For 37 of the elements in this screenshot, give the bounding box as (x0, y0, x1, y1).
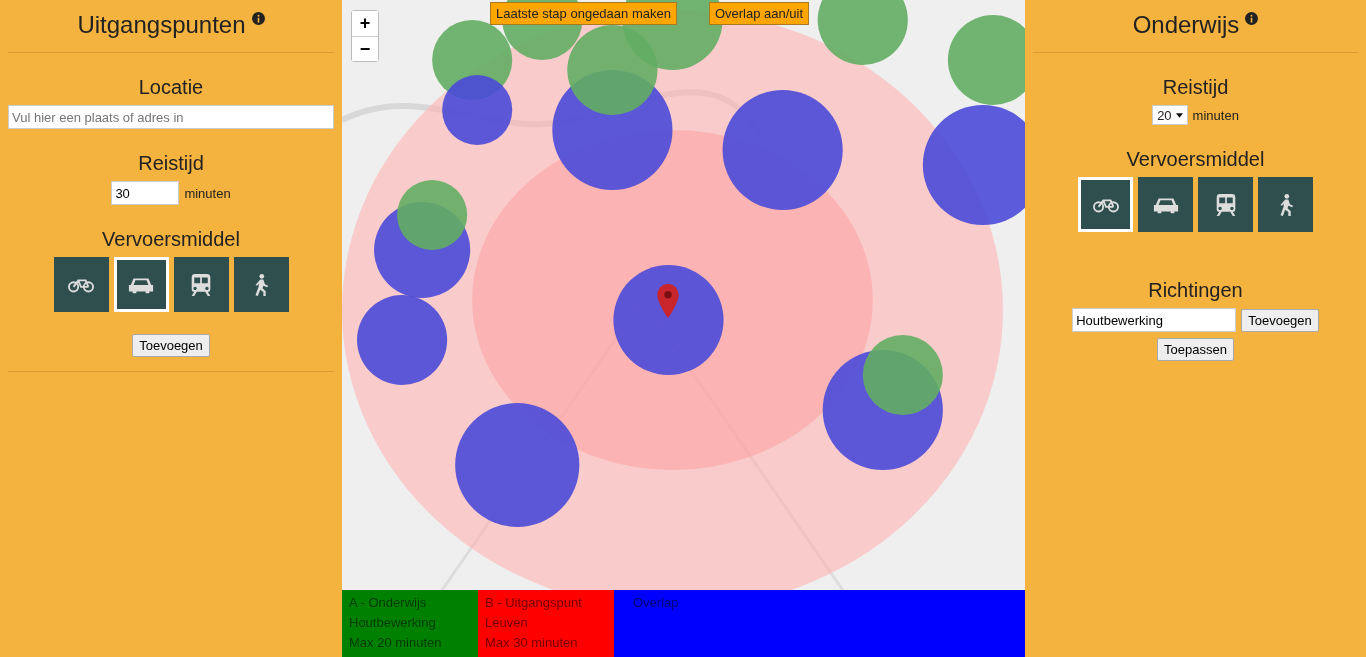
section-heading: Reistijd (1162, 75, 1229, 99)
zoom-out-button[interactable]: − (352, 36, 378, 61)
train-mode-button[interactable] (1198, 177, 1253, 232)
legend-text: Max 20 minuten (349, 634, 443, 652)
train-mode-button[interactable] (173, 257, 229, 312)
walk-mode-button[interactable] (1258, 177, 1313, 232)
add-button[interactable]: Toevoegen (1241, 308, 1319, 332)
info-icon[interactable] (1245, 12, 1259, 25)
info-icon[interactable] (251, 12, 265, 25)
map-drawing[interactable] (342, 0, 1025, 590)
legend-text: Leuven (485, 614, 529, 632)
unit-label: minuten (1192, 107, 1239, 123)
legend-text: Max 30 minuten (485, 634, 579, 652)
section-heading: Vervoersmiddel (1126, 147, 1265, 171)
car-mode-button[interactable] (1138, 177, 1193, 232)
direction-input[interactable]: Houtbewerking (1072, 308, 1237, 332)
add-button[interactable]: Toevoegen (132, 334, 210, 357)
section-heading: Reistijd (138, 151, 204, 175)
section-heading: Locatie (138, 75, 204, 99)
travel-time-input[interactable]: 30 (111, 181, 180, 205)
panel-title: Uitgangspunten (77, 10, 246, 40)
map-action-button[interactable]: Overlap aan/uit (708, 2, 810, 25)
travel-time-select[interactable]: 20 (1152, 105, 1188, 125)
panel-title: Onderwijs (1132, 10, 1240, 40)
apply-button[interactable]: Toepassen (1157, 338, 1234, 361)
legend-text: B - Uitgangspunt (485, 594, 583, 612)
location-input[interactable]: Vul hier een plaats of adres in (8, 105, 334, 129)
walk-mode-button[interactable] (233, 257, 289, 312)
legend-text: A - Onderwijs (349, 594, 428, 612)
legend-text: Houtbewerking (349, 614, 437, 632)
section-heading: Richtingen (1148, 278, 1243, 302)
caret-icon (1175, 112, 1183, 118)
unit-label: minuten (184, 185, 231, 201)
map-action-button[interactable]: Laatste stap ongedaan maken (490, 2, 677, 25)
legend-text: Overlap (632, 594, 680, 612)
section-heading: Vervoersmiddel (102, 227, 240, 251)
bike-mode-button[interactable] (53, 257, 109, 312)
